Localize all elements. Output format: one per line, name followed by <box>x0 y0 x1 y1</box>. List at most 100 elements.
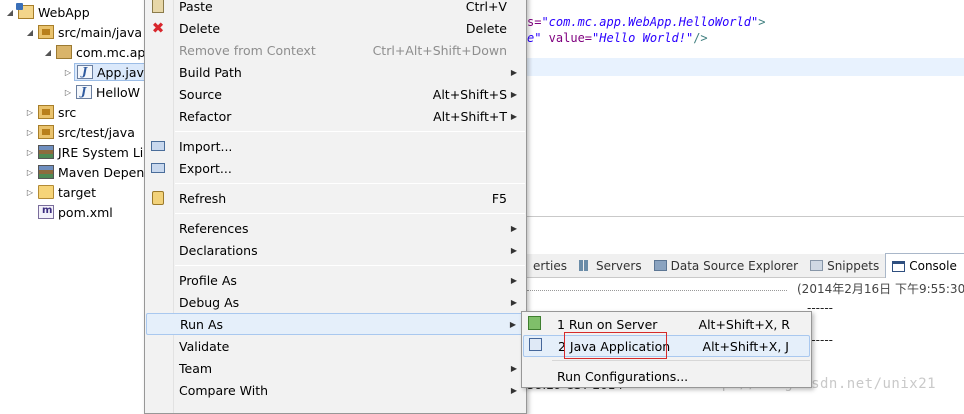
library-icon <box>38 165 54 179</box>
menu-item-declarations[interactable]: Declarations ▶ <box>146 239 525 261</box>
menu-separator <box>175 213 525 214</box>
collapse-icon[interactable]: ▷ <box>24 108 36 117</box>
tab-properties[interactable]: erties <box>527 254 573 278</box>
console-icon <box>892 260 906 272</box>
tree-item-maven[interactable]: ▷ Maven Depen <box>24 162 144 182</box>
submenu-item-run-configurations[interactable]: Run Configurations... <box>523 365 810 387</box>
package-icon <box>56 45 72 59</box>
collapse-icon[interactable]: ▷ <box>62 68 74 77</box>
collapse-icon[interactable]: ▷ <box>24 168 36 177</box>
tree-item-helloworld[interactable]: ▷ HelloW <box>62 82 140 102</box>
tab-data-source-explorer[interactable]: Data Source Explorer <box>648 254 804 278</box>
package-folder-icon <box>38 25 54 39</box>
tree-item-src-test-java[interactable]: ▷ src/test/java <box>24 122 135 142</box>
submenu-arrow-icon: ▶ <box>510 297 517 307</box>
tree-item-label: com.mc.ap <box>76 44 146 60</box>
collapse-icon[interactable]: ▷ <box>24 188 36 197</box>
expand-icon[interactable]: ◢ <box>24 28 36 37</box>
menu-item-paste[interactable]: Paste Ctrl+V <box>146 0 525 17</box>
tree-item-label: Maven Depen <box>58 164 145 180</box>
code-line: e" value="Hello World!"/> <box>527 31 708 45</box>
context-menu: Paste Ctrl+V ✖ Delete Delete Remove from… <box>144 0 527 414</box>
menu-item-build-path[interactable]: Build Path ▶ <box>146 61 525 83</box>
submenu-arrow-icon: ▶ <box>510 111 517 121</box>
tree-item-label: App.jav <box>97 64 144 80</box>
tree-item-label: HelloW <box>96 84 141 100</box>
menu-item-run-as[interactable]: Run As ▶ <box>146 313 525 335</box>
menu-item-team[interactable]: Team ▶ <box>146 357 525 379</box>
submenu-arrow-icon: ▶ <box>510 275 517 285</box>
submenu-arrow-icon: ▶ <box>510 223 517 233</box>
tree-item-package[interactable]: ◢ com.mc.ap <box>42 42 145 62</box>
submenu-arrow-icon: ▶ <box>510 89 517 99</box>
java-application-icon <box>529 338 545 354</box>
expand-icon[interactable]: ◢ <box>42 48 54 57</box>
paste-icon <box>150 0 166 14</box>
view-tab-bar: erties Servers Data Source Explorer Snip… <box>527 253 964 278</box>
package-folder-icon <box>38 105 54 119</box>
tree-item-src[interactable]: ▷ src <box>24 102 76 122</box>
menu-item-validate[interactable]: Validate <box>146 335 525 357</box>
servers-icon <box>579 260 592 271</box>
code-editor[interactable]: s="com.mc.app.WebApp.HelloWorld"> e" val… <box>527 0 964 216</box>
snippets-icon <box>810 260 824 271</box>
tree-item-label: pom.xml <box>58 204 113 220</box>
menu-item-references[interactable]: References ▶ <box>146 217 525 239</box>
collapse-icon[interactable]: ▷ <box>24 148 36 157</box>
project-explorer: ◢ WebApp ◢ src/main/java ◢ com.mc.ap ▷ A… <box>0 0 150 406</box>
menu-separator <box>175 183 525 184</box>
java-file-icon <box>77 65 93 79</box>
submenu-arrow-icon: ▶ <box>510 245 517 255</box>
java-file-icon <box>76 85 92 99</box>
submenu-arrow-icon: ▶ <box>510 385 517 395</box>
menu-separator <box>175 265 525 266</box>
package-folder-icon <box>38 125 54 139</box>
menu-item-refactor[interactable]: Refactor Alt+Shift+T ▶ <box>146 105 525 127</box>
import-icon <box>150 138 166 154</box>
data-source-icon <box>653 260 667 271</box>
menu-item-profile-as[interactable]: Profile As ▶ <box>146 269 525 291</box>
tab-servers[interactable]: Servers <box>573 254 648 278</box>
project-icon <box>16 3 34 19</box>
refresh-icon <box>150 190 166 206</box>
tree-item-label: target <box>58 184 97 200</box>
collapse-icon[interactable]: ▷ <box>62 88 74 97</box>
current-line-highlight <box>527 58 964 76</box>
tree-item-target[interactable]: ▷ target <box>24 182 96 202</box>
expand-icon[interactable]: ◢ <box>4 8 16 17</box>
menu-separator <box>552 360 810 361</box>
tree-item-jre[interactable]: ▷ JRE System Lil <box>24 142 147 162</box>
menu-separator <box>175 131 525 132</box>
menu-item-compare-with[interactable]: Compare With ▶ <box>146 379 525 401</box>
menu-item-delete[interactable]: ✖ Delete Delete <box>146 17 525 39</box>
menu-item-import[interactable]: Import... <box>146 135 525 157</box>
tree-item-label: src/test/java <box>58 124 135 140</box>
selected-file[interactable]: App.jav <box>74 63 147 81</box>
run-on-server-icon <box>528 316 544 332</box>
submenu-arrow-icon: ▶ <box>509 319 516 329</box>
menu-item-remove-from-context: Remove from Context Ctrl+Alt+Shift+Down <box>179 42 507 58</box>
collapse-icon[interactable]: ▷ <box>24 128 36 137</box>
tree-item-src-main-java[interactable]: ◢ src/main/java <box>24 22 142 42</box>
tree-item-webapp[interactable]: ◢ WebApp <box>4 2 90 22</box>
tree-item-label: src <box>58 104 77 120</box>
tree-item-app-java[interactable]: ▷ App.jav <box>62 62 147 82</box>
submenu-arrow-icon: ▶ <box>510 363 517 373</box>
folder-icon <box>38 185 54 199</box>
tree-item-label: JRE System Lil <box>58 144 147 160</box>
tree-item-label: WebApp <box>38 4 90 20</box>
tab-snippets[interactable]: Snippets <box>804 254 885 278</box>
library-icon <box>38 145 54 159</box>
menu-item-export[interactable]: Export... <box>146 157 525 179</box>
menu-item-refresh[interactable]: Refresh F5 <box>146 187 525 209</box>
tree-item-label: src/main/java <box>58 24 143 40</box>
highlight-annotation-box <box>564 332 667 359</box>
delete-icon: ✖ <box>151 19 165 37</box>
menu-item-debug-as[interactable]: Debug As ▶ <box>146 291 525 313</box>
console-line: (2014年2月16日 下午9:55:30) <box>527 279 964 296</box>
tab-console[interactable]: Console ✕ <box>885 253 964 278</box>
export-icon <box>150 160 166 176</box>
tree-item-pom[interactable]: pom.xml <box>24 202 113 222</box>
menu-item-source[interactable]: Source Alt+Shift+S ▶ <box>146 83 525 105</box>
xml-file-icon <box>38 205 54 219</box>
